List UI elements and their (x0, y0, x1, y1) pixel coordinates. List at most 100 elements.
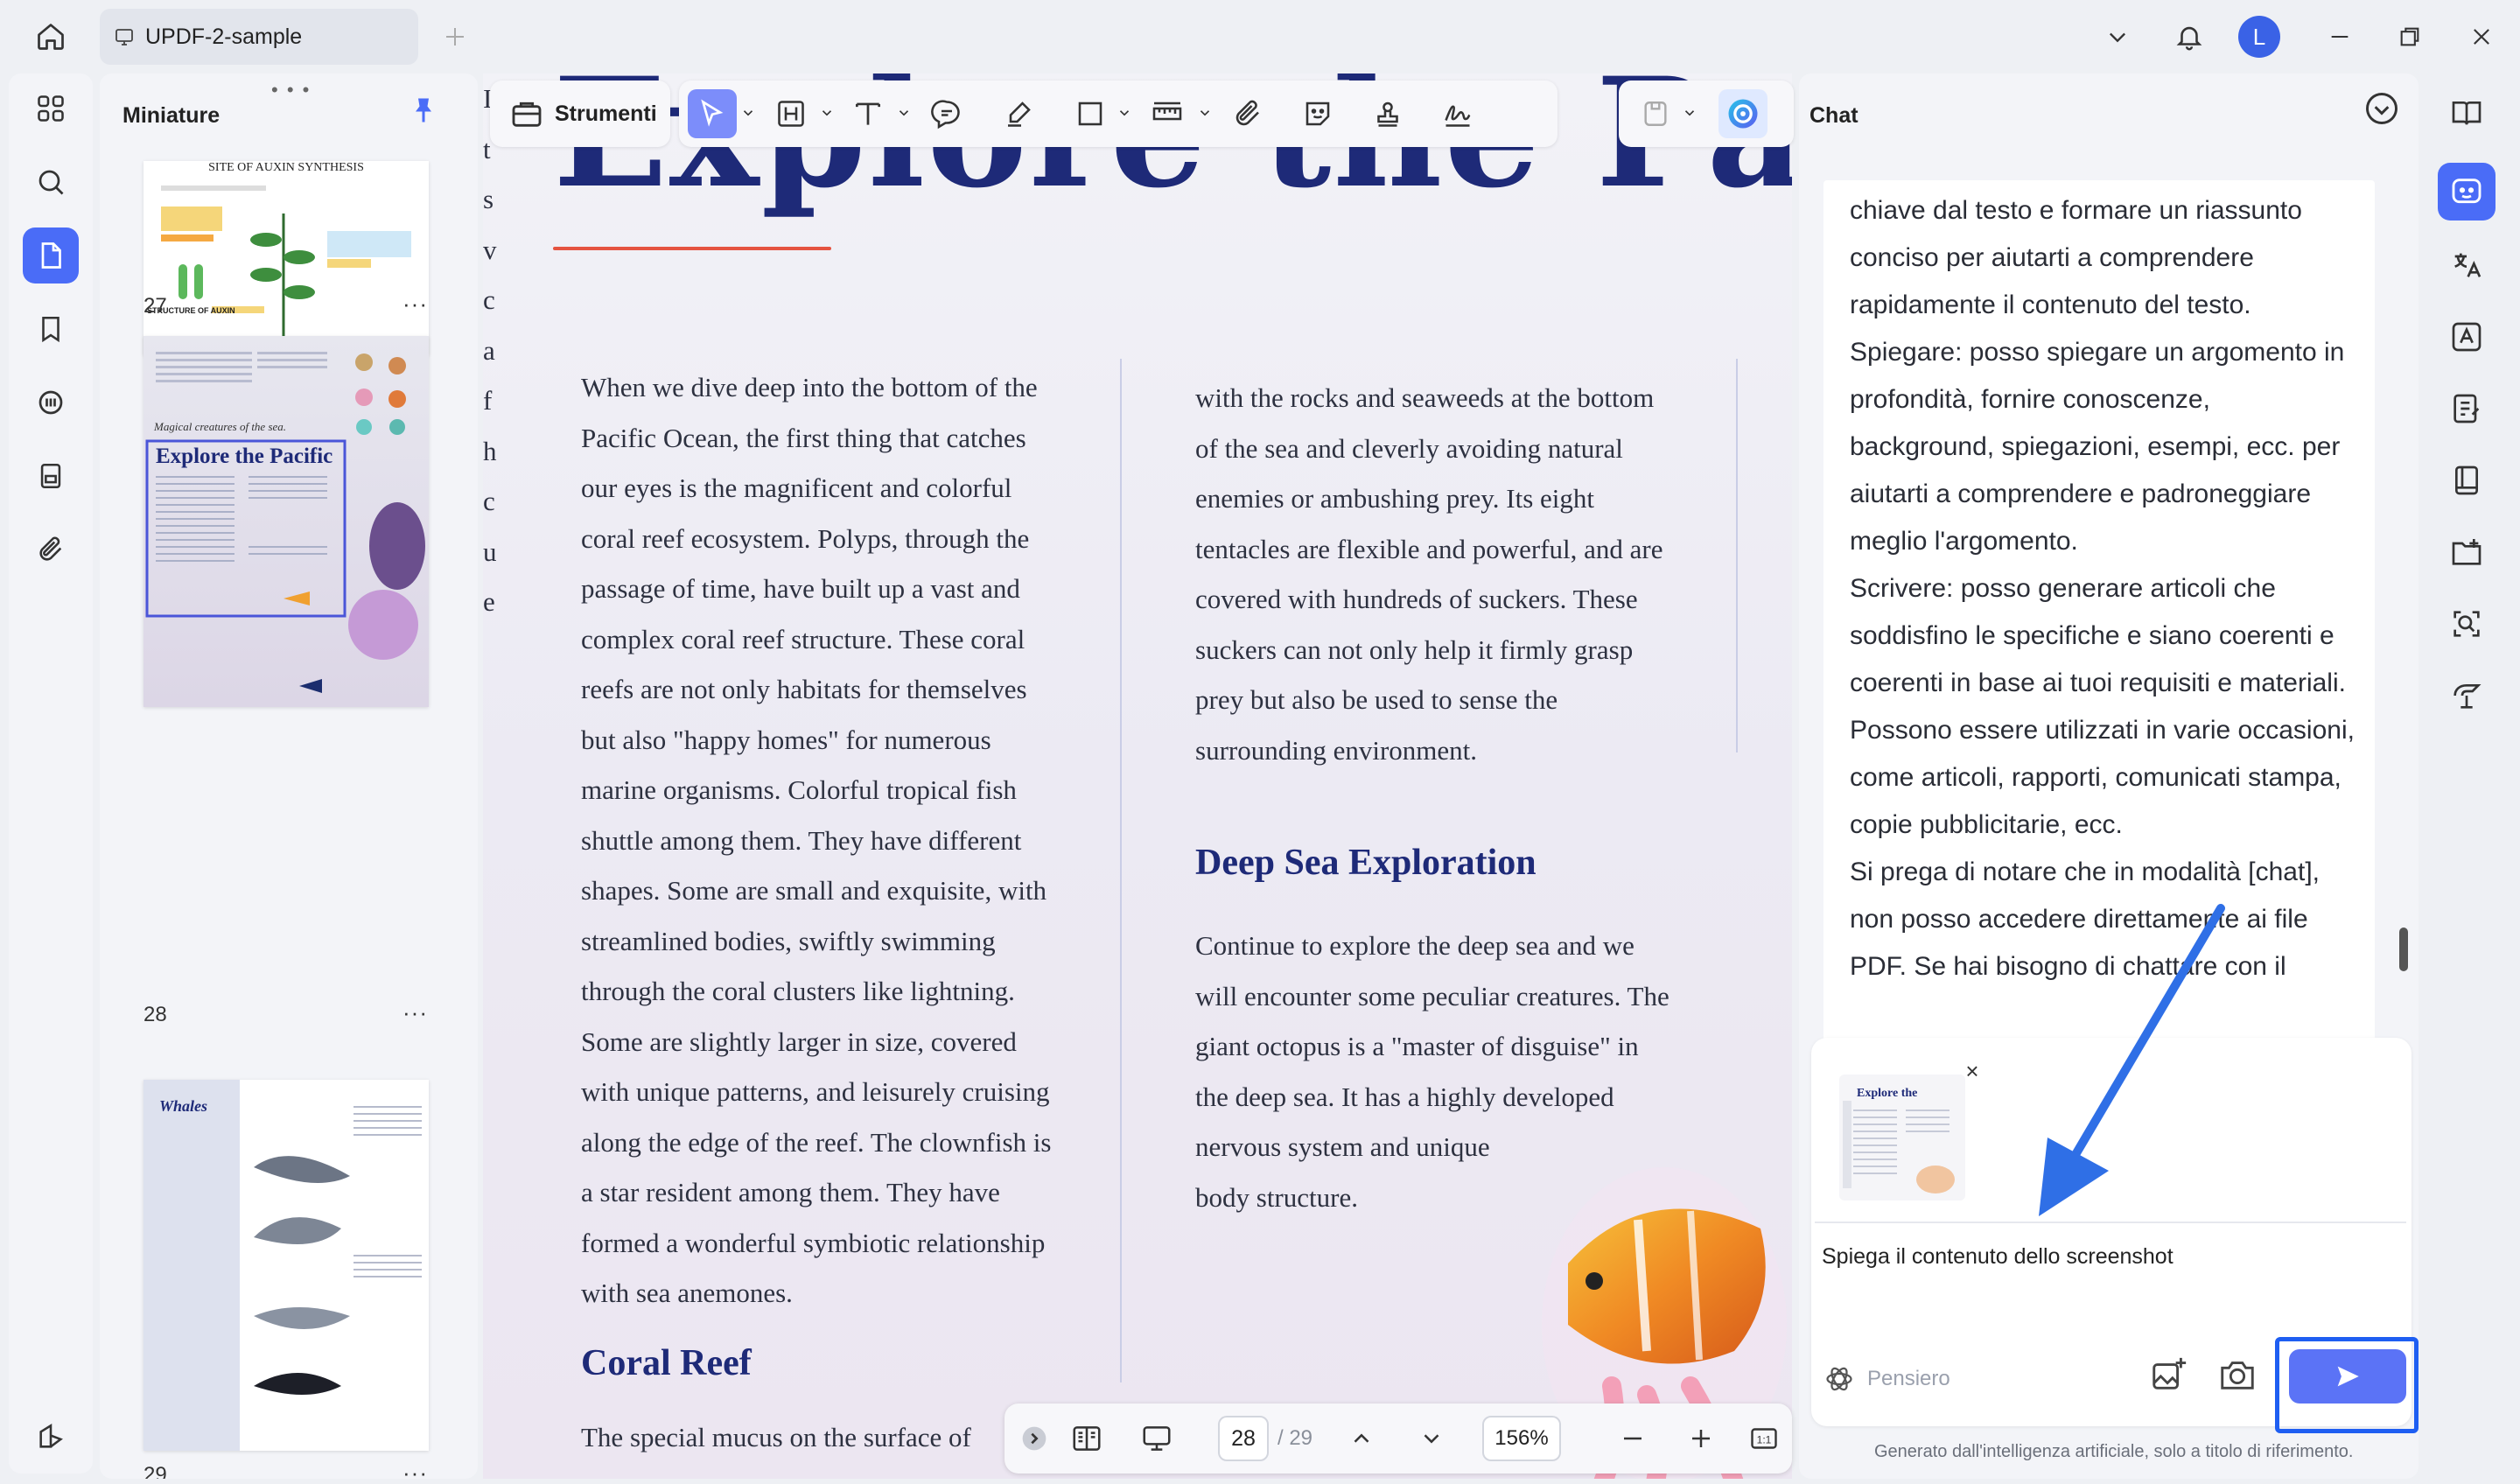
send-arrow-icon (2337, 1366, 2359, 1387)
zoom-in-icon[interactable] (1676, 1414, 1726, 1463)
next-page-chevron-down-icon[interactable] (1407, 1414, 1456, 1463)
minimize-icon[interactable] (2315, 12, 2364, 61)
text-fragment: u (483, 536, 497, 567)
image-sparkle-icon[interactable] (2149, 1354, 2189, 1395)
new-tab-plus-icon[interactable] (430, 12, 480, 61)
thumbnail-more-menu[interactable]: ··· (402, 999, 428, 1026)
actual-size-icon[interactable]: 1:1 (1740, 1414, 1788, 1463)
thumbnail-page-number: 29 (144, 1463, 167, 1479)
text-line: tentacles are flexible and powerful, and… (1195, 533, 1663, 564)
title-bar: UPDF-2-sample L (0, 0, 2520, 75)
message-line: soddisfino le specifiche e siano coerent… (1850, 621, 2334, 650)
screenshot-attachment[interactable]: Explore the (1839, 1074, 1965, 1200)
text-line: with sea anemones. (581, 1278, 793, 1308)
select-cursor-icon[interactable] (688, 89, 737, 138)
form-edit-icon[interactable] (2438, 380, 2496, 438)
search-document-icon[interactable] (2438, 595, 2496, 653)
reader-book-icon[interactable] (2438, 84, 2496, 142)
thumbnails-icon[interactable] (23, 228, 79, 284)
expand-nav-icon[interactable] (1010, 1414, 1059, 1463)
text-tool-icon[interactable] (844, 89, 892, 138)
paperclip-icon[interactable] (23, 522, 79, 578)
home-icon[interactable] (26, 12, 75, 61)
thumbnail-more-menu[interactable]: ··· (402, 1460, 428, 1479)
layers-icon[interactable] (23, 1409, 79, 1465)
save-disk-icon[interactable] (1631, 89, 1680, 138)
chevron-down-icon[interactable] (1116, 105, 1132, 121)
ai-chat-icon[interactable] (2438, 163, 2496, 220)
heading-underline (553, 247, 831, 250)
text-line: through the coral clusters like lightnin… (581, 976, 1015, 1006)
thumbnail-page-27[interactable]: SITE OF AUXIN SYNTHESIS STRUCTURE OF AUX… (144, 161, 429, 355)
thumbnail-caption: Magical creatures of the sea. (154, 420, 287, 433)
sticker-icon[interactable] (1293, 89, 1342, 138)
chevron-down-icon[interactable] (1197, 105, 1213, 121)
signature-icon[interactable] (1433, 89, 1482, 138)
presentation-icon[interactable] (1132, 1414, 1181, 1463)
text-line: The special mucus on the surface of (581, 1422, 971, 1452)
notification-bell-icon[interactable] (2165, 12, 2214, 61)
text-line: coral reef ecosystem. Polyps, through th… (581, 522, 1030, 554)
camera-screenshot-icon[interactable] (2217, 1354, 2258, 1395)
zoom-out-icon[interactable] (1608, 1414, 1657, 1463)
thumbnail-page-28[interactable]: Magical creatures of the sea. Explore th… (144, 336, 429, 707)
pensiero-toggle[interactable]: Pensiero (1824, 1356, 1950, 1402)
chat-scrollbar[interactable] (2399, 928, 2408, 971)
current-page-input[interactable]: 28 (1218, 1416, 1269, 1461)
text-line: shuttle among them. They have different (581, 824, 1022, 856)
send-button[interactable] (2289, 1349, 2406, 1404)
remove-attachment-close-icon[interactable]: × (1958, 1057, 1986, 1085)
rectangle-shape-icon[interactable] (1066, 89, 1115, 138)
close-window-icon[interactable] (2457, 12, 2506, 61)
document-viewer[interactable]: Explore the Pacific When we dive deep in… (483, 74, 1792, 1479)
left-rail-buttons (9, 74, 93, 1474)
thumbnail-more-menu[interactable]: ··· (402, 290, 428, 318)
grid-apps-icon[interactable] (23, 80, 79, 136)
strumenti-label: Strumenti (555, 102, 657, 126)
document-column-3: The special mucus on the surface of (581, 1412, 1071, 1463)
chevron-down-icon[interactable] (819, 105, 835, 121)
comments-icon[interactable] (23, 374, 79, 430)
thumbnail-page-29[interactable]: Whales (144, 1080, 429, 1451)
attachment-file-icon[interactable] (23, 448, 79, 504)
search-icon[interactable] (23, 154, 79, 210)
ocr-text-icon[interactable] (2438, 308, 2496, 366)
document-tab[interactable]: UPDF-2-sample (100, 9, 418, 65)
user-avatar[interactable]: L (2238, 16, 2280, 58)
annotation-arrow (2039, 904, 2225, 1216)
page-layout-icon[interactable] (1062, 1414, 1111, 1463)
total-pages-label: / 29 (1278, 1426, 1313, 1450)
pin-icon[interactable] (408, 94, 439, 126)
strumenti-button[interactable]: Strumenti (490, 80, 670, 147)
zoom-level-field[interactable]: 156% (1482, 1416, 1561, 1461)
present-share-icon[interactable] (2438, 667, 2496, 724)
bookmark-icon[interactable] (23, 301, 79, 357)
folder-add-icon[interactable] (2438, 523, 2496, 581)
stamp-icon[interactable] (1363, 89, 1412, 138)
text-line: of the sea and cleverly avoiding natural (1195, 432, 1623, 464)
text-line: prey but also be used to sense the (1195, 684, 1558, 715)
text-fragment: v (483, 234, 497, 265)
previous-page-chevron-up-icon[interactable] (1337, 1414, 1386, 1463)
chevron-down-icon[interactable] (2093, 12, 2142, 61)
text-line: shapes. Some are small and exquisite, wi… (581, 875, 1047, 906)
chevron-down-icon[interactable] (1682, 105, 1698, 121)
highlighter-icon[interactable] (994, 89, 1043, 138)
message-line: chiave dal testo e formare un riassunto (1850, 196, 2302, 225)
chat-history-icon[interactable] (2362, 89, 2401, 128)
measure-ruler-icon[interactable] (1143, 89, 1192, 138)
chevron-down-icon[interactable] (740, 105, 756, 121)
text-fragment: e (483, 586, 495, 617)
comment-bubble-icon[interactable] (922, 89, 971, 138)
restore-window-icon[interactable] (2385, 12, 2434, 61)
ai-assistant-icon[interactable] (1718, 89, 1768, 138)
paperclip-attach-icon[interactable] (1223, 89, 1272, 138)
chevron-down-icon[interactable] (896, 105, 912, 121)
page-layout-book-icon[interactable] (2438, 452, 2496, 509)
column-divider (1120, 359, 1122, 1382)
panel-drag-handle[interactable]: • • • (271, 79, 311, 102)
translate-icon[interactable] (2438, 236, 2496, 294)
text-line: streamlined bodies, swiftly swimming (581, 925, 996, 956)
heading-edit-icon[interactable] (766, 89, 816, 138)
chat-text-input[interactable] (1815, 1222, 2406, 1326)
